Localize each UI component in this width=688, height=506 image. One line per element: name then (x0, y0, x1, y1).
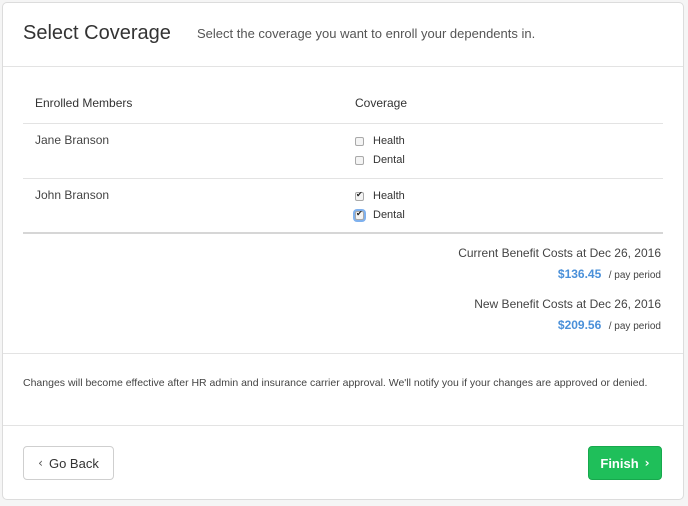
chevron-right-icon: › (644, 456, 650, 470)
table-bottom-divider (23, 232, 663, 234)
row-divider (23, 178, 663, 179)
finish-button[interactable]: Finish › (588, 446, 662, 480)
checkbox-label: Dental (373, 209, 405, 221)
current-costs: Current Benefit Costs at Dec 26, 2016 $1… (458, 246, 661, 283)
finish-label: Finish (600, 455, 639, 471)
go-back-button[interactable]: ‹ Go Back (23, 446, 114, 480)
chevron-left-icon: ‹ (38, 456, 43, 470)
coverage-option-dental[interactable]: Dental (355, 208, 405, 222)
current-costs-amount: $136.45 (557, 267, 602, 281)
health-checkbox[interactable] (355, 136, 364, 146)
new-costs: New Benefit Costs at Dec 26, 2016 $209.5… (474, 297, 661, 334)
dental-checkbox[interactable] (355, 155, 364, 165)
section-divider (3, 353, 683, 354)
checkbox-label: Health (373, 190, 405, 202)
header-divider (23, 123, 663, 124)
approval-note: Changes will become effective after HR a… (23, 377, 648, 389)
member-name: Jane Branson (35, 133, 110, 147)
pay-period-label: / pay period (608, 270, 661, 281)
pay-period-label: / pay period (608, 321, 661, 332)
dental-checkbox[interactable] (355, 209, 364, 220)
column-header-members: Enrolled Members (35, 96, 133, 110)
coverage-card: Select Coverage Select the coverage you … (2, 2, 684, 500)
coverage-option-dental[interactable]: Dental (355, 153, 405, 167)
page-title: Select Coverage (23, 22, 171, 44)
checkbox-label: Dental (373, 154, 405, 166)
go-back-label: Go Back (48, 455, 99, 471)
coverage-option-health[interactable]: Health (355, 134, 405, 148)
coverage-option-health[interactable]: Health (355, 189, 405, 203)
new-costs-label: New Benefit Costs at Dec 26, 2016 (474, 297, 661, 311)
page-subtitle: Select the coverage you want to enroll y… (197, 26, 536, 41)
health-checkbox[interactable] (355, 190, 364, 201)
current-costs-label: Current Benefit Costs at Dec 26, 2016 (458, 246, 661, 260)
member-name: John Branson (35, 188, 110, 202)
footer-divider (3, 425, 683, 426)
checkbox-label: Health (373, 135, 405, 147)
column-header-coverage: Coverage (355, 96, 408, 110)
new-costs-amount: $209.56 (557, 318, 602, 332)
card-header: Select Coverage Select the coverage you … (3, 3, 683, 67)
